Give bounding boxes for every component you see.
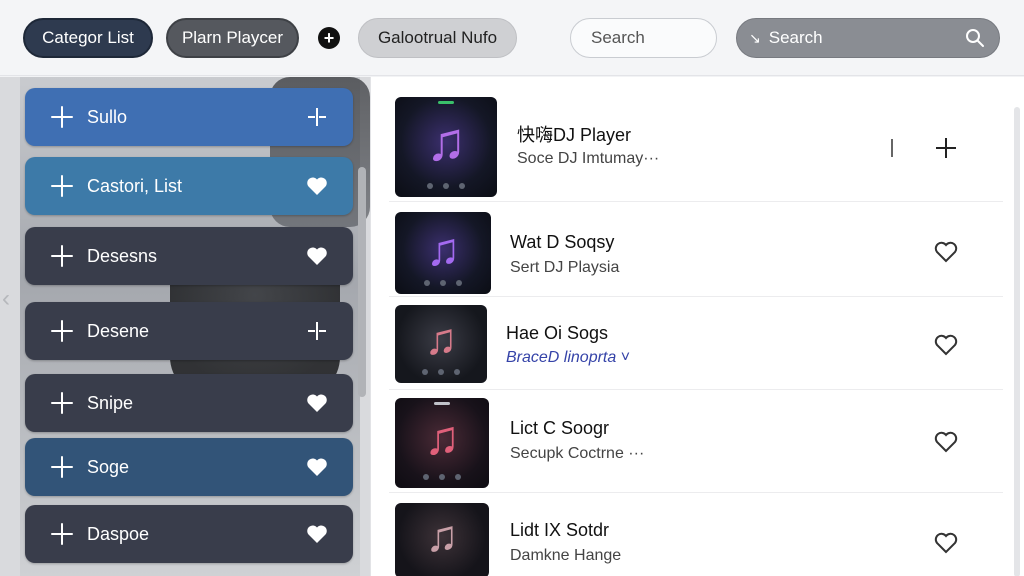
artwork-controls — [395, 474, 489, 482]
search-field-dark[interactable]: ↘ Search — [736, 18, 1000, 58]
album-artwork: ♫ — [395, 97, 497, 197]
album-artwork: ♫ — [395, 398, 489, 488]
sidebar-item-label: Daspoe — [87, 523, 150, 544]
plus-icon — [49, 454, 75, 480]
music-note-icon: ♫ — [424, 315, 458, 365]
search-light-placeholder: Search — [591, 28, 645, 47]
add-circle-icon[interactable]: + — [318, 27, 340, 49]
track-title: Wat D Soqsy — [510, 232, 615, 252]
plus-icon — [49, 521, 75, 547]
category-list-button[interactable]: Categor List — [23, 18, 153, 58]
sidebar-item-label: Castori, List — [87, 175, 183, 196]
heart-outline-icon[interactable] — [933, 240, 959, 264]
sidebar-item-label: Desene — [87, 320, 150, 341]
sidebar-item-label: Soge — [87, 456, 130, 477]
heart-icon[interactable] — [305, 523, 329, 545]
music-note-icon: ♫ — [425, 222, 461, 275]
search-field-light[interactable]: Search — [570, 18, 717, 58]
track-subtitle: Damkne Hange — [510, 547, 622, 564]
player-button[interactable]: Plarn Playcer — [166, 18, 299, 58]
sidebar-item[interactable]: Snipe — [25, 374, 353, 432]
track-title: Hae Oi Sogs — [506, 323, 609, 343]
sidebar-item[interactable]: Desene — [25, 302, 353, 360]
gallery-label: Galootrual Nufo — [377, 28, 498, 47]
track-row[interactable]: ♫ Lict C Soogr Secupk Coctrne ··· — [389, 390, 1003, 493]
track-subtitle: Soce DJ Imtumay··· — [517, 150, 660, 167]
split-icon[interactable] — [305, 320, 329, 342]
artwork-controls — [395, 280, 491, 288]
category-sidebar: ‹ Sullo Castori, List Desesns Desene Sni… — [0, 77, 370, 576]
track-title: Lidt IX Sotdr — [510, 520, 610, 540]
category-list-label: Categor List — [42, 28, 134, 47]
track-row[interactable]: ♫ Lidt IX Sotdr Damkne Hange — [389, 493, 1003, 576]
cursor-icon: ↘ — [749, 29, 761, 46]
heart-outline-icon[interactable] — [933, 333, 959, 357]
track-list: ♫ 快嗨DJ Player Soce DJ Imtumay··· ♫ Wat D… — [370, 77, 1024, 576]
music-note-icon: ♫ — [425, 112, 467, 172]
music-note-icon: ♫ — [425, 511, 459, 561]
heart-outline-icon[interactable] — [933, 531, 959, 555]
heart-icon[interactable] — [305, 456, 329, 478]
track-title: 快嗨DJ Player — [517, 125, 632, 145]
status-indicator — [434, 402, 450, 405]
plus-icon — [49, 243, 75, 269]
album-artwork: ♫ — [395, 212, 491, 294]
heart-icon[interactable] — [305, 392, 329, 414]
track-row[interactable]: ♫ 快嗨DJ Player Soce DJ Imtumay··· — [389, 87, 1003, 202]
track-row[interactable]: ♫ Wat D Soqsy Sert DJ Playsia — [389, 202, 1003, 297]
sidebar-item-label: Snipe — [87, 392, 134, 413]
sidebar-item[interactable]: Daspoe — [25, 505, 353, 563]
heart-icon[interactable] — [305, 245, 329, 267]
plus-icon — [49, 173, 75, 199]
artwork-controls — [395, 183, 497, 191]
list-scrollbar[interactable] — [1014, 107, 1020, 576]
sidebar-item[interactable]: Soge — [25, 438, 353, 496]
artwork-controls — [395, 369, 487, 377]
sidebar-item-label: Sullo — [87, 106, 128, 127]
track-subtitle: Secupk Coctrne ··· — [510, 445, 645, 462]
plus-icon — [49, 390, 75, 416]
album-artwork: ♫ — [395, 305, 487, 383]
chevron-left-icon[interactable]: ‹ — [2, 287, 18, 311]
sidebar-item[interactable]: Desesns — [25, 227, 353, 285]
track-subtitle-link[interactable]: BraceD linoprta ˅ — [506, 349, 630, 367]
player-label: Plarn Playcer — [181, 28, 284, 47]
track-row[interactable]: ♫ Hae Oi Sogs BraceD linoprta ˅ — [389, 297, 1003, 390]
sidebar-item-label: Desesns — [87, 245, 158, 266]
top-bar: Categor List Plarn Playcer + Galootrual … — [0, 0, 1024, 76]
add-icon[interactable] — [933, 135, 959, 161]
search-dark-placeholder: Search — [768, 28, 823, 47]
gallery-button[interactable]: Galootrual Nufo — [358, 18, 517, 58]
sidebar-item[interactable]: Sullo — [25, 88, 353, 146]
track-subtitle: Sert DJ Playsia — [510, 259, 620, 276]
music-note-icon: ♫ — [424, 411, 460, 465]
search-icon[interactable] — [965, 28, 985, 48]
sidebar-item[interactable]: Castori, List — [25, 157, 353, 215]
plus-icon — [49, 104, 75, 130]
track-title: Lict C Soogr — [510, 418, 610, 438]
split-icon[interactable] — [305, 106, 329, 128]
heart-icon[interactable] — [305, 175, 329, 197]
divider — [891, 139, 893, 157]
album-artwork: ♫ — [395, 503, 489, 576]
sidebar-scrollbar[interactable] — [358, 167, 366, 397]
status-indicator — [438, 101, 454, 104]
plus-icon — [49, 318, 75, 344]
heart-outline-icon[interactable] — [933, 430, 959, 454]
